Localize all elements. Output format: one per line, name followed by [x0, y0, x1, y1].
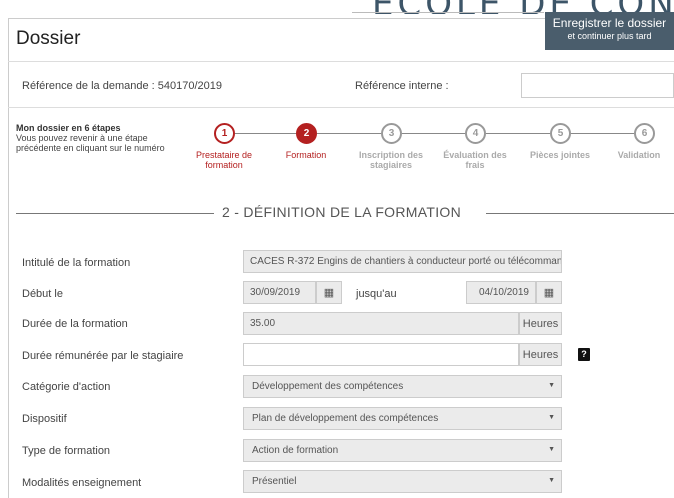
action-category-label: Catégorie d'action — [22, 381, 111, 393]
duration-label: Durée de la formation — [22, 318, 128, 330]
training-type-select[interactable]: Action de formation ▼ — [243, 439, 562, 462]
save-button-line2: et continuer plus tard — [567, 31, 652, 41]
duration-field[interactable]: 35.00 — [243, 312, 519, 335]
end-date-label: jusqu'au — [356, 288, 397, 300]
step-connector — [486, 133, 550, 134]
start-date-field[interactable]: 30/09/2019 — [243, 281, 316, 304]
step-4-button[interactable]: 4 — [465, 123, 486, 144]
training-title-field[interactable]: CACES R-372 Engins de chantiers à conduc… — [243, 250, 562, 273]
paid-duration-unit: Heures — [519, 343, 562, 366]
help-icon[interactable]: ? — [578, 348, 590, 361]
teaching-mode-select[interactable]: Présentiel ▼ — [243, 470, 562, 493]
step-5-label: Pièces jointes — [529, 150, 591, 160]
step-4-label: Évaluation des frais — [443, 150, 507, 170]
training-type-label: Type de formation — [22, 445, 111, 457]
step-connector — [402, 133, 465, 134]
duration-unit: Heures — [519, 312, 562, 335]
step-connector — [571, 133, 634, 134]
step-3-button[interactable]: 3 — [381, 123, 402, 144]
section-title: 2 - DÉFINITION DE LA FORMATION — [222, 204, 461, 220]
chevron-down-icon: ▼ — [548, 414, 555, 421]
paid-duration-input[interactable] — [243, 343, 519, 366]
steps-title: Mon dossier en 6 étapes — [16, 123, 121, 133]
training-title-label: Intitulé de la formation — [22, 257, 131, 269]
divider — [8, 107, 674, 108]
action-category-value: Développement des compétences — [252, 381, 404, 392]
scheme-value: Plan de développement des compétences — [252, 413, 439, 424]
page-title: Dossier — [16, 28, 81, 49]
save-and-continue-button[interactable]: Enregistrer le dossier et continuer plus… — [545, 12, 674, 50]
step-1-button[interactable]: 1 — [214, 123, 235, 144]
scheme-select[interactable]: Plan de développement des compétences ▼ — [243, 407, 562, 430]
step-connector — [317, 133, 381, 134]
end-date-field[interactable]: 04/10/2019 — [466, 281, 536, 304]
training-type-value: Action de formation — [252, 445, 339, 456]
section-rule-left — [16, 213, 214, 214]
step-connector — [235, 133, 296, 134]
chevron-down-icon: ▼ — [548, 477, 555, 484]
step-2-label[interactable]: Formation — [266, 150, 346, 160]
action-category-select[interactable]: Développement des compétences ▼ — [243, 375, 562, 398]
teaching-mode-label: Modalités enseignement — [22, 477, 142, 489]
paid-duration-label: Durée rémunérée par le stagiaire — [22, 350, 184, 362]
divider — [8, 61, 674, 62]
request-reference: Référence de la demande : 540170/2019 — [22, 80, 222, 92]
internal-reference-label: Référence interne : — [355, 80, 449, 92]
section-rule-right — [486, 213, 674, 214]
step-2-button[interactable]: 2 — [296, 123, 317, 144]
step-1-label[interactable]: Prestataire de formation — [184, 150, 264, 170]
chevron-down-icon: ▼ — [548, 382, 555, 389]
top-divider — [352, 12, 544, 13]
internal-reference-input[interactable] — [521, 73, 674, 98]
step-5-button[interactable]: 5 — [550, 123, 571, 144]
step-6-label: Validation — [617, 150, 661, 160]
save-button-line1: Enregistrer le dossier — [552, 16, 667, 30]
start-date-label: Début le — [22, 288, 63, 300]
chevron-down-icon: ▼ — [548, 446, 555, 453]
scheme-label: Dispositif — [22, 413, 67, 425]
teaching-mode-value: Présentiel — [252, 476, 297, 487]
steps-help-text: Vous pouvez revenir à une étape précéden… — [16, 133, 165, 153]
start-calendar-icon[interactable]: ▦ — [316, 281, 342, 304]
end-calendar-icon[interactable]: ▦ — [536, 281, 562, 304]
step-6-button[interactable]: 6 — [634, 123, 655, 144]
step-3-label: Inscription des stagiaires — [358, 150, 423, 170]
